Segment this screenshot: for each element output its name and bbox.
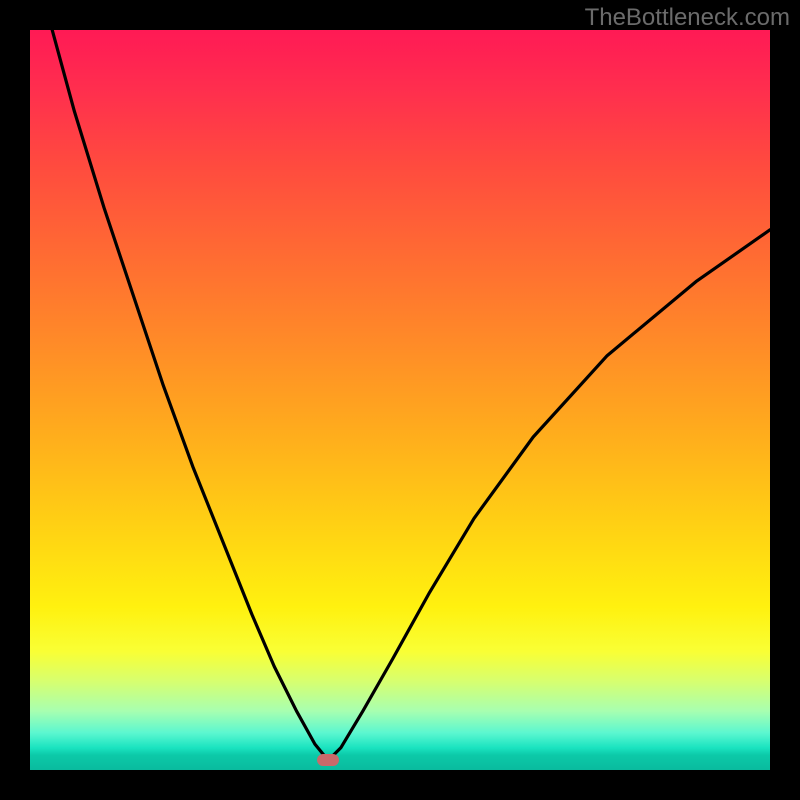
watermark-text: TheBottleneck.com: [585, 4, 790, 32]
chart-frame: TheBottleneck.com: [0, 0, 800, 800]
optimum-marker: [317, 754, 339, 766]
bottleneck-curve: [30, 30, 770, 770]
plot-area: [30, 30, 770, 770]
